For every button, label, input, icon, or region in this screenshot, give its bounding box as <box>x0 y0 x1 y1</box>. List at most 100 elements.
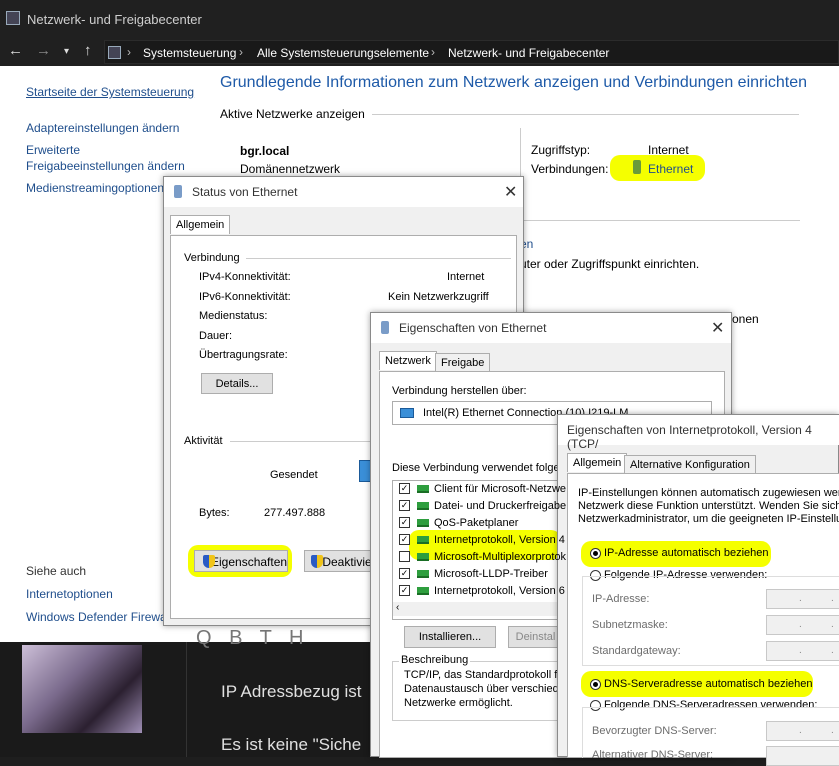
component-checkbox[interactable] <box>399 551 410 562</box>
component-checkbox[interactable]: ✓ <box>399 568 410 579</box>
bytes-sent-value: 277.497.888 <box>264 507 326 519</box>
subnet-mask-field[interactable]: .. <box>766 615 839 635</box>
webpage-text: IP Adressbezug ist <box>221 682 362 701</box>
ipv4-connectivity-label: IPv4-Konnektivität: <box>199 271 291 283</box>
forward-arrow-icon[interactable]: → <box>36 42 51 59</box>
defender-firewall-link[interactable]: Windows Defender Firewall <box>26 610 172 624</box>
component-checkbox[interactable]: ✓ <box>399 483 410 494</box>
dialog-title: Eigenschaften von Ethernet <box>399 321 547 335</box>
ipv6-connectivity-value: Kein Netzwerkzugriff <box>388 291 489 303</box>
default-gateway-field[interactable]: .. <box>766 641 839 661</box>
sent-label: Gesendet <box>270 469 318 481</box>
component-checkbox[interactable]: ✓ <box>399 534 410 545</box>
media-status-label: Medienstatus: <box>199 310 268 322</box>
component-checkbox[interactable]: ✓ <box>399 517 410 528</box>
component-label[interactable]: QoS-Paketplaner <box>434 517 518 529</box>
component-checkbox[interactable]: ✓ <box>399 500 410 511</box>
options-text-fragment: onen <box>732 312 759 326</box>
dialog-title: Status von Ethernet <box>192 185 298 199</box>
webpage-text: Es ist keine "Siche <box>221 735 362 754</box>
description-text: TCP/IP, das Standardprotokoll für <box>404 669 568 681</box>
ethernet-connection-link[interactable]: Ethernet <box>648 162 693 176</box>
preferred-dns-label: Bevorzugter DNS-Server: <box>592 725 717 737</box>
component-label[interactable]: Internetprotokoll, Version 6 <box>434 585 565 597</box>
section-activity: Aktivität <box>184 435 223 447</box>
chevron-down-icon[interactable]: ▾ <box>64 46 69 57</box>
properties-button[interactable]: Eigenschaften <box>194 550 288 572</box>
network-component-icon <box>417 502 429 510</box>
webpage-glyphs: Q B T H <box>196 627 310 649</box>
dns-auto-radio[interactable] <box>590 679 601 690</box>
install-button[interactable]: Installieren... <box>404 626 496 648</box>
network-component-icon <box>417 553 429 561</box>
breadcrumb-item[interactable]: Netzwerk- und Freigabecenter <box>448 46 609 60</box>
back-arrow-icon[interactable]: ← <box>8 42 23 59</box>
default-gateway-label: Standardgateway: <box>592 645 681 657</box>
speed-label: Übertragungsrate: <box>199 349 288 361</box>
divider <box>246 258 511 259</box>
tab-network[interactable]: Netzwerk <box>379 351 437 370</box>
tab-alternative-config[interactable]: Alternative Konfiguration <box>624 455 756 474</box>
horizontal-scrollbar[interactable]: ‹ <box>393 602 563 616</box>
duration-label: Dauer: <box>199 330 233 342</box>
dialog-title: Eigenschaften von Internetprotokoll, Ver… <box>567 423 812 451</box>
address-bar: ← → ▾ ↑ › Systemsteuerung › Alle Systems… <box>0 38 839 66</box>
intro-text: Netzwerk diese Funktion unterstützt. Wen… <box>578 500 839 512</box>
details-button[interactable]: Details... <box>201 373 273 394</box>
sharing-settings-link-line2[interactable]: Freigabeeinstellungen ändern <box>26 159 185 173</box>
dns-auto-label: DNS-Serveradresse automatisch beziehen <box>604 678 813 690</box>
up-arrow-icon[interactable]: ↑ <box>84 42 92 59</box>
close-icon[interactable]: ✕ <box>711 318 724 338</box>
network-name: bgr.local <box>240 144 290 158</box>
internet-options-link[interactable]: Internetoptionen <box>26 587 113 601</box>
component-label[interactable]: Client für Microsoft-Netzwe <box>434 483 566 495</box>
tab-general[interactable]: Allgemein <box>567 453 628 472</box>
ipv4-properties-dialog: Eigenschaften von Internetprotokoll, Ver… <box>557 414 839 766</box>
network-component-icon <box>417 536 429 544</box>
tab-sharing[interactable]: Freigabe <box>435 353 491 372</box>
disable-button[interactable]: Deaktivie <box>304 550 374 572</box>
ethernet-icon <box>174 185 182 198</box>
connect-via-label: Verbindung herstellen über: <box>392 385 527 397</box>
breadcrumb-separator-icon: › <box>431 45 435 59</box>
component-label[interactable]: Datei- und Druckerfreigabe <box>434 500 566 512</box>
breadcrumb[interactable]: › Systemsteuerung › Alle Systemsteuerung… <box>104 40 839 64</box>
media-streaming-link[interactable]: Medienstreamingoptionen <box>26 181 164 195</box>
ipv4-connectivity-value: Internet <box>447 271 485 283</box>
ethernet-icon <box>633 160 641 174</box>
subnet-mask-label: Subnetzmaske: <box>592 619 668 631</box>
avatar <box>22 645 142 733</box>
sharing-settings-link[interactable]: Erweiterte <box>26 143 80 157</box>
alternate-dns-field[interactable] <box>766 746 839 766</box>
component-label[interactable]: Internetprotokoll, Version 4 <box>434 534 565 546</box>
ip-address-field[interactable]: .. <box>766 589 839 609</box>
ip-address-label: IP-Adresse: <box>592 593 650 605</box>
uac-shield-icon <box>203 555 215 568</box>
access-type-label: Zugriffstyp: <box>531 143 591 157</box>
breadcrumb-separator-icon: › <box>239 45 243 59</box>
uac-shield-icon <box>311 555 323 568</box>
window-title: Netzwerk- und Freigabecenter <box>27 12 202 27</box>
breadcrumb-item[interactable]: Alle Systemsteuerungselemente <box>257 46 429 60</box>
component-label[interactable]: Microsoft-Multiplexorprotok <box>434 551 566 563</box>
adapter-settings-link[interactable]: Adaptereinstellungen ändern <box>26 121 179 135</box>
tab-general[interactable]: Allgemein <box>170 215 231 234</box>
active-networks-heading: Aktive Netzwerke anzeigen <box>220 107 365 121</box>
control-panel-home-link[interactable]: Startseite der Systemsteuerung <box>26 85 194 99</box>
divider <box>520 220 800 221</box>
close-icon[interactable]: ✕ <box>504 182 517 202</box>
dialog-titlebar: Eigenschaften von Ethernet ✕ <box>371 313 731 343</box>
network-component-icon <box>417 570 429 578</box>
uninstall-button[interactable]: Deinstal <box>508 626 563 648</box>
divider <box>186 642 187 757</box>
preferred-dns-field[interactable]: .. <box>766 721 839 741</box>
ethernet-icon <box>381 321 389 334</box>
network-component-icon <box>417 587 429 595</box>
component-label[interactable]: Microsoft-LLDP-Treiber <box>434 568 548 580</box>
breadcrumb-item[interactable]: Systemsteuerung <box>143 46 236 60</box>
ip-auto-radio[interactable] <box>590 548 601 559</box>
scroll-left-icon[interactable]: ‹ <box>396 602 399 613</box>
component-checkbox[interactable]: ✓ <box>399 585 410 596</box>
bytes-label: Bytes: <box>199 507 230 519</box>
intro-text: Netzwerkadministrator, um die geeigneten… <box>578 513 839 525</box>
